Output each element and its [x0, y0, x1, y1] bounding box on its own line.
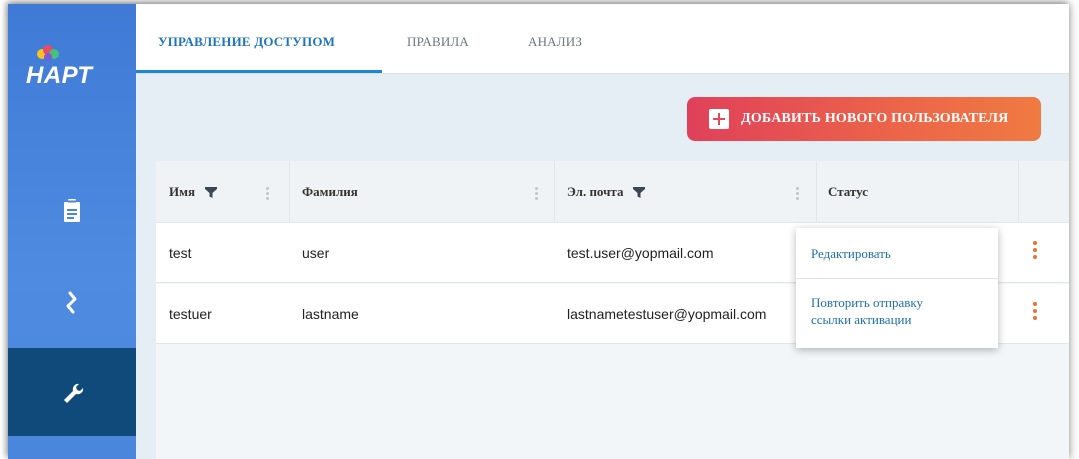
column-header-first-name[interactable]: Имя — [169, 161, 217, 223]
sidebar-item-reports[interactable] — [8, 167, 136, 255]
sidebar: НАРТ — [8, 4, 136, 459]
menu-item-line: ссылки активации — [811, 312, 912, 327]
column-resize-handle[interactable] — [266, 187, 270, 201]
plus-icon — [709, 109, 729, 129]
column-divider — [1018, 161, 1019, 223]
cell-first-name: test — [169, 245, 192, 261]
column-divider — [289, 161, 290, 223]
table-header: Имя Фамилия Эл. почта Статус — [156, 161, 1069, 223]
cell-email: test.user@yopmail.com — [567, 245, 714, 261]
sidebar-item-flows[interactable] — [8, 259, 136, 347]
column-divider — [554, 161, 555, 223]
column-resize-handle[interactable] — [796, 187, 800, 201]
sidebar-item-settings[interactable] — [8, 348, 136, 436]
cell-email: lastnametestuser@yopmail.com — [567, 306, 767, 322]
cell-last-name: lastname — [302, 306, 359, 322]
column-label: Статус — [828, 184, 869, 199]
row-actions-icon[interactable] — [1033, 241, 1039, 263]
tab-bar: УПРАВЛЕНИЕ ДОСТУПОМ ПРАВИЛА АНАЛИЗ — [136, 4, 1069, 74]
row-actions-icon[interactable] — [1033, 302, 1039, 324]
menu-item-edit[interactable]: Редактировать — [796, 245, 998, 262]
wrench-icon — [64, 383, 84, 403]
column-resize-handle[interactable] — [535, 187, 539, 201]
flow-icon — [66, 291, 77, 314]
row-context-menu: Редактировать Повторить отправку ссылки … — [796, 228, 998, 348]
filter-icon[interactable] — [633, 186, 646, 198]
clipboard-icon — [64, 199, 80, 222]
menu-divider — [796, 278, 998, 279]
tab-rules[interactable]: ПРАВИЛА — [407, 34, 469, 50]
tab-access-management[interactable]: УПРАВЛЕНИЕ ДОСТУПОМ — [158, 34, 335, 50]
column-label: Эл. почта — [567, 184, 624, 199]
column-header-email[interactable]: Эл. почта — [567, 161, 646, 223]
column-header-status[interactable]: Статус — [828, 161, 868, 223]
column-label: Фамилия — [302, 184, 358, 199]
app-window: НАРТ УПРАВЛЕНИЕ ДОСТУПОМ ПРАВИЛА АНАЛИЗ … — [8, 4, 1069, 459]
cell-first-name: testuer — [169, 306, 212, 322]
cell-last-name: user — [302, 245, 330, 261]
logo-mark-icon — [37, 45, 59, 61]
add-user-button[interactable]: ДОБАВИТЬ НОВОГО ПОЛЬЗОВАТЕЛЯ — [687, 97, 1041, 141]
logo-text: НАРТ — [26, 62, 93, 89]
menu-item-resend-activation[interactable]: Повторить отправку ссылки активации — [796, 294, 998, 328]
column-header-last-name[interactable]: Фамилия — [302, 161, 358, 223]
add-user-label: ДОБАВИТЬ НОВОГО ПОЛЬЗОВАТЕЛЯ — [741, 111, 1009, 126]
active-tab-indicator — [136, 70, 382, 73]
filter-icon[interactable] — [205, 186, 217, 198]
column-divider — [816, 161, 817, 223]
tab-analysis[interactable]: АНАЛИЗ — [528, 34, 582, 50]
menu-item-line: Повторить отправку — [811, 295, 924, 310]
column-label: Имя — [169, 184, 195, 199]
